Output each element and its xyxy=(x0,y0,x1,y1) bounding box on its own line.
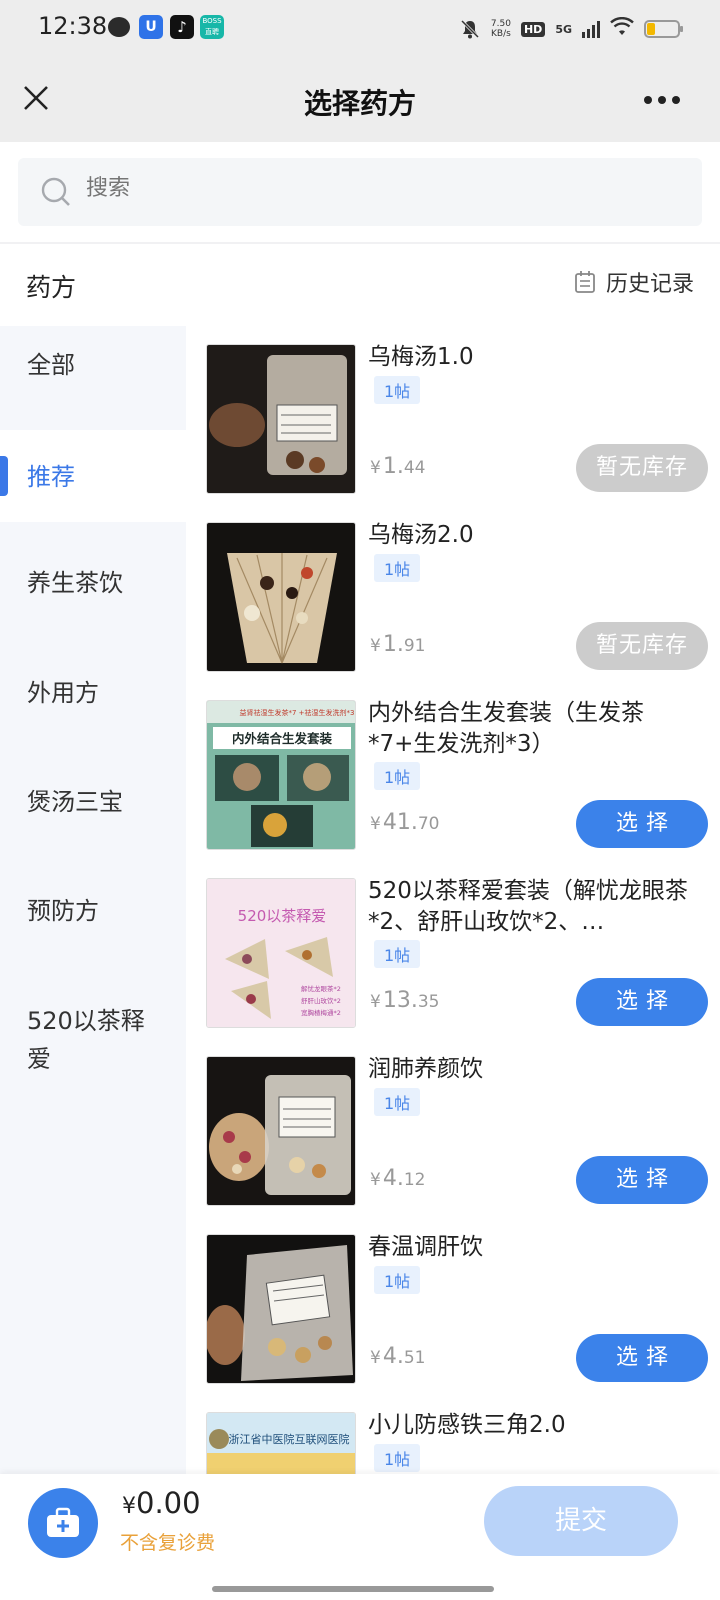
out-of-stock-button[interactable]: 暂无库存 xyxy=(576,444,708,492)
medicine-box-icon[interactable] xyxy=(28,1488,98,1558)
sidebar-item-label: 全部 xyxy=(27,351,75,379)
product-tag: 1帖 xyxy=(374,762,421,790)
sidebar-item-all[interactable]: 全部 xyxy=(0,326,186,430)
product-image: 益肾祛湿生发茶*7 +祛湿生发洗剂*3 内外结合生发套装 xyxy=(206,700,356,850)
select-button[interactable]: 选择 xyxy=(576,978,708,1026)
sidebar-item-label: 520以茶释爱 xyxy=(27,1007,145,1073)
sidebar-item-soup[interactable]: 煲汤三宝 xyxy=(0,783,186,821)
product-price: ¥13.35 xyxy=(370,988,440,1013)
product-name: 内外结合生发套装（生发茶*7+生发洗剂*3） xyxy=(368,700,644,757)
svg-text:浙江省中医院互联网医院: 浙江省中医院互联网医院 xyxy=(229,1432,350,1446)
svg-text:宽胸楂梅通*2: 宽胸楂梅通*2 xyxy=(301,1008,341,1017)
product-image xyxy=(206,344,356,494)
app-u-notification-icon: U xyxy=(139,15,163,39)
select-button[interactable]: 选择 xyxy=(576,1156,708,1204)
product-name: 春温调肝饮 xyxy=(368,1234,483,1260)
history-label: 历史记录 xyxy=(605,272,694,297)
product-price: ¥4.51 xyxy=(370,1344,426,1369)
product-card[interactable]: 520以茶释爱解忧龙眼茶*2 舒肝山玫饮*2 宽胸楂梅通*2 520以茶释爱套装（解… xyxy=(186,860,720,1040)
section-title: 药方 xyxy=(26,273,77,302)
page-title: 选择药方 xyxy=(303,87,416,120)
sidebar-item-label: 养生茶饮 xyxy=(27,569,123,597)
total-price: ¥0.00 xyxy=(122,1486,201,1520)
more-options-icon[interactable] xyxy=(644,96,680,104)
product-name: 润肺养颜饮 xyxy=(368,1056,483,1082)
product-image xyxy=(206,1234,356,1384)
sidebar-item-external[interactable]: 外用方 xyxy=(0,674,186,712)
search-area xyxy=(0,142,720,242)
product-name: 小儿防感铁三角2.0 xyxy=(368,1412,566,1438)
product-image: 520以茶释爱解忧龙眼茶*2 舒肝山玫饮*2 宽胸楂梅通*2 xyxy=(206,878,356,1028)
tiktok-notification-icon: ♪ xyxy=(170,15,194,39)
status-bar: 12:38 U ♪ BOSS 直聘 7.50 KB/s HD 5G xyxy=(0,0,720,60)
product-image xyxy=(206,522,356,672)
product-card[interactable]: 乌梅汤2.0 1帖 ¥1.91 暂无库存 xyxy=(186,504,720,684)
product-tag: 1帖 xyxy=(374,1444,421,1472)
product-image xyxy=(206,1056,356,1206)
calendar-icon xyxy=(575,271,595,293)
net-speed: 7.50 KB/s xyxy=(490,19,511,39)
product-price: ¥1.91 xyxy=(370,632,426,657)
out-of-stock-button[interactable]: 暂无库存 xyxy=(576,622,708,670)
svg-text:解忧龙眼茶*2: 解忧龙眼茶*2 xyxy=(301,984,341,993)
svg-text:益肾祛湿生发茶*7 +祛湿生发洗剂*3: 益肾祛湿生发茶*7 +祛湿生发洗剂*3 xyxy=(240,708,355,717)
product-tag: 1帖 xyxy=(374,940,421,968)
fee-note: 不含复诊费 xyxy=(120,1532,216,1554)
product-price: ¥4.12 xyxy=(370,1166,426,1191)
bottom-bar: ¥0.00 不含复诊费 提交 xyxy=(0,1474,720,1600)
product-tag: 1帖 xyxy=(374,376,421,404)
sidebar-item-label: 推荐 xyxy=(27,463,75,491)
history-button[interactable]: 历史记录 xyxy=(574,266,694,298)
status-time: 12:38 xyxy=(38,12,108,40)
product-tag: 1帖 xyxy=(374,554,421,582)
chat-notification-icon xyxy=(108,17,130,37)
product-name: 乌梅汤2.0 xyxy=(368,522,474,548)
svg-text:舒肝山玫饮*2: 舒肝山玫饮*2 xyxy=(301,996,341,1005)
sidebar-item-label: 预防方 xyxy=(27,897,99,925)
battery-icon xyxy=(644,20,683,38)
status-indicators: 7.50 KB/s HD 5G xyxy=(459,14,683,44)
svg-text:520以茶释爱: 520以茶释爱 xyxy=(238,907,327,925)
svg-text:内外结合生发套装: 内外结合生发套装 xyxy=(232,731,333,746)
network-type: 5G xyxy=(555,22,572,36)
nav-bar: 选择药方 xyxy=(0,60,720,142)
product-price: ¥41.70 xyxy=(370,810,440,835)
sidebar-item-label: 煲汤三宝 xyxy=(27,788,123,816)
product-card[interactable]: 春温调肝饮 1帖 ¥4.51 选择 xyxy=(186,1216,720,1396)
product-card[interactable]: 乌梅汤1.0 1帖 ¥1.44 暂无库存 xyxy=(186,326,720,506)
search-input[interactable] xyxy=(86,176,646,201)
product-tag: 1帖 xyxy=(374,1266,421,1294)
sidebar-item-health-tea[interactable]: 养生茶饮 xyxy=(0,564,186,602)
select-button[interactable]: 选择 xyxy=(576,1334,708,1382)
hd-icon: HD xyxy=(520,21,546,37)
search-box[interactable] xyxy=(18,158,702,226)
sidebar-item-recommended[interactable]: 推荐 xyxy=(0,430,186,522)
product-price: ¥1.44 xyxy=(370,454,426,479)
mute-bell-icon xyxy=(459,18,481,40)
wifi-icon xyxy=(610,16,634,41)
search-icon xyxy=(40,176,72,208)
battery-fill xyxy=(647,23,655,35)
product-name: 520以茶释爱套装（解忧龙眼茶*2、舒肝山玫饮*2、… xyxy=(368,878,688,935)
signal-icon xyxy=(582,20,600,38)
category-sidebar: 全部 推荐 养生茶饮 外用方 煲汤三宝 预防方 520以茶释爱 xyxy=(0,326,186,1504)
active-indicator xyxy=(0,456,8,496)
section-header: 药方 历史记录 xyxy=(0,244,720,326)
home-indicator[interactable] xyxy=(212,1586,494,1592)
submit-button[interactable]: 提交 xyxy=(484,1486,678,1556)
product-tag: 1帖 xyxy=(374,1088,421,1116)
product-card[interactable]: 润肺养颜饮 1帖 ¥4.12 选择 xyxy=(186,1038,720,1218)
product-list: 乌梅汤1.0 1帖 ¥1.44 暂无库存 乌梅汤2.0 1帖 ¥1.91 暂无库… xyxy=(186,326,720,1504)
sidebar-item-520[interactable]: 520以茶释爱 xyxy=(0,1002,150,1078)
product-card[interactable]: 益肾祛湿生发茶*7 +祛湿生发洗剂*3 内外结合生发套装 内外结合生发套装（生发茶… xyxy=(186,682,720,862)
sidebar-item-label: 外用方 xyxy=(27,679,99,707)
select-button[interactable]: 选择 xyxy=(576,800,708,848)
boss-notification-icon: BOSS 直聘 xyxy=(200,15,224,39)
product-name: 乌梅汤1.0 xyxy=(368,344,474,370)
sidebar-item-prevention[interactable]: 预防方 xyxy=(0,892,186,930)
